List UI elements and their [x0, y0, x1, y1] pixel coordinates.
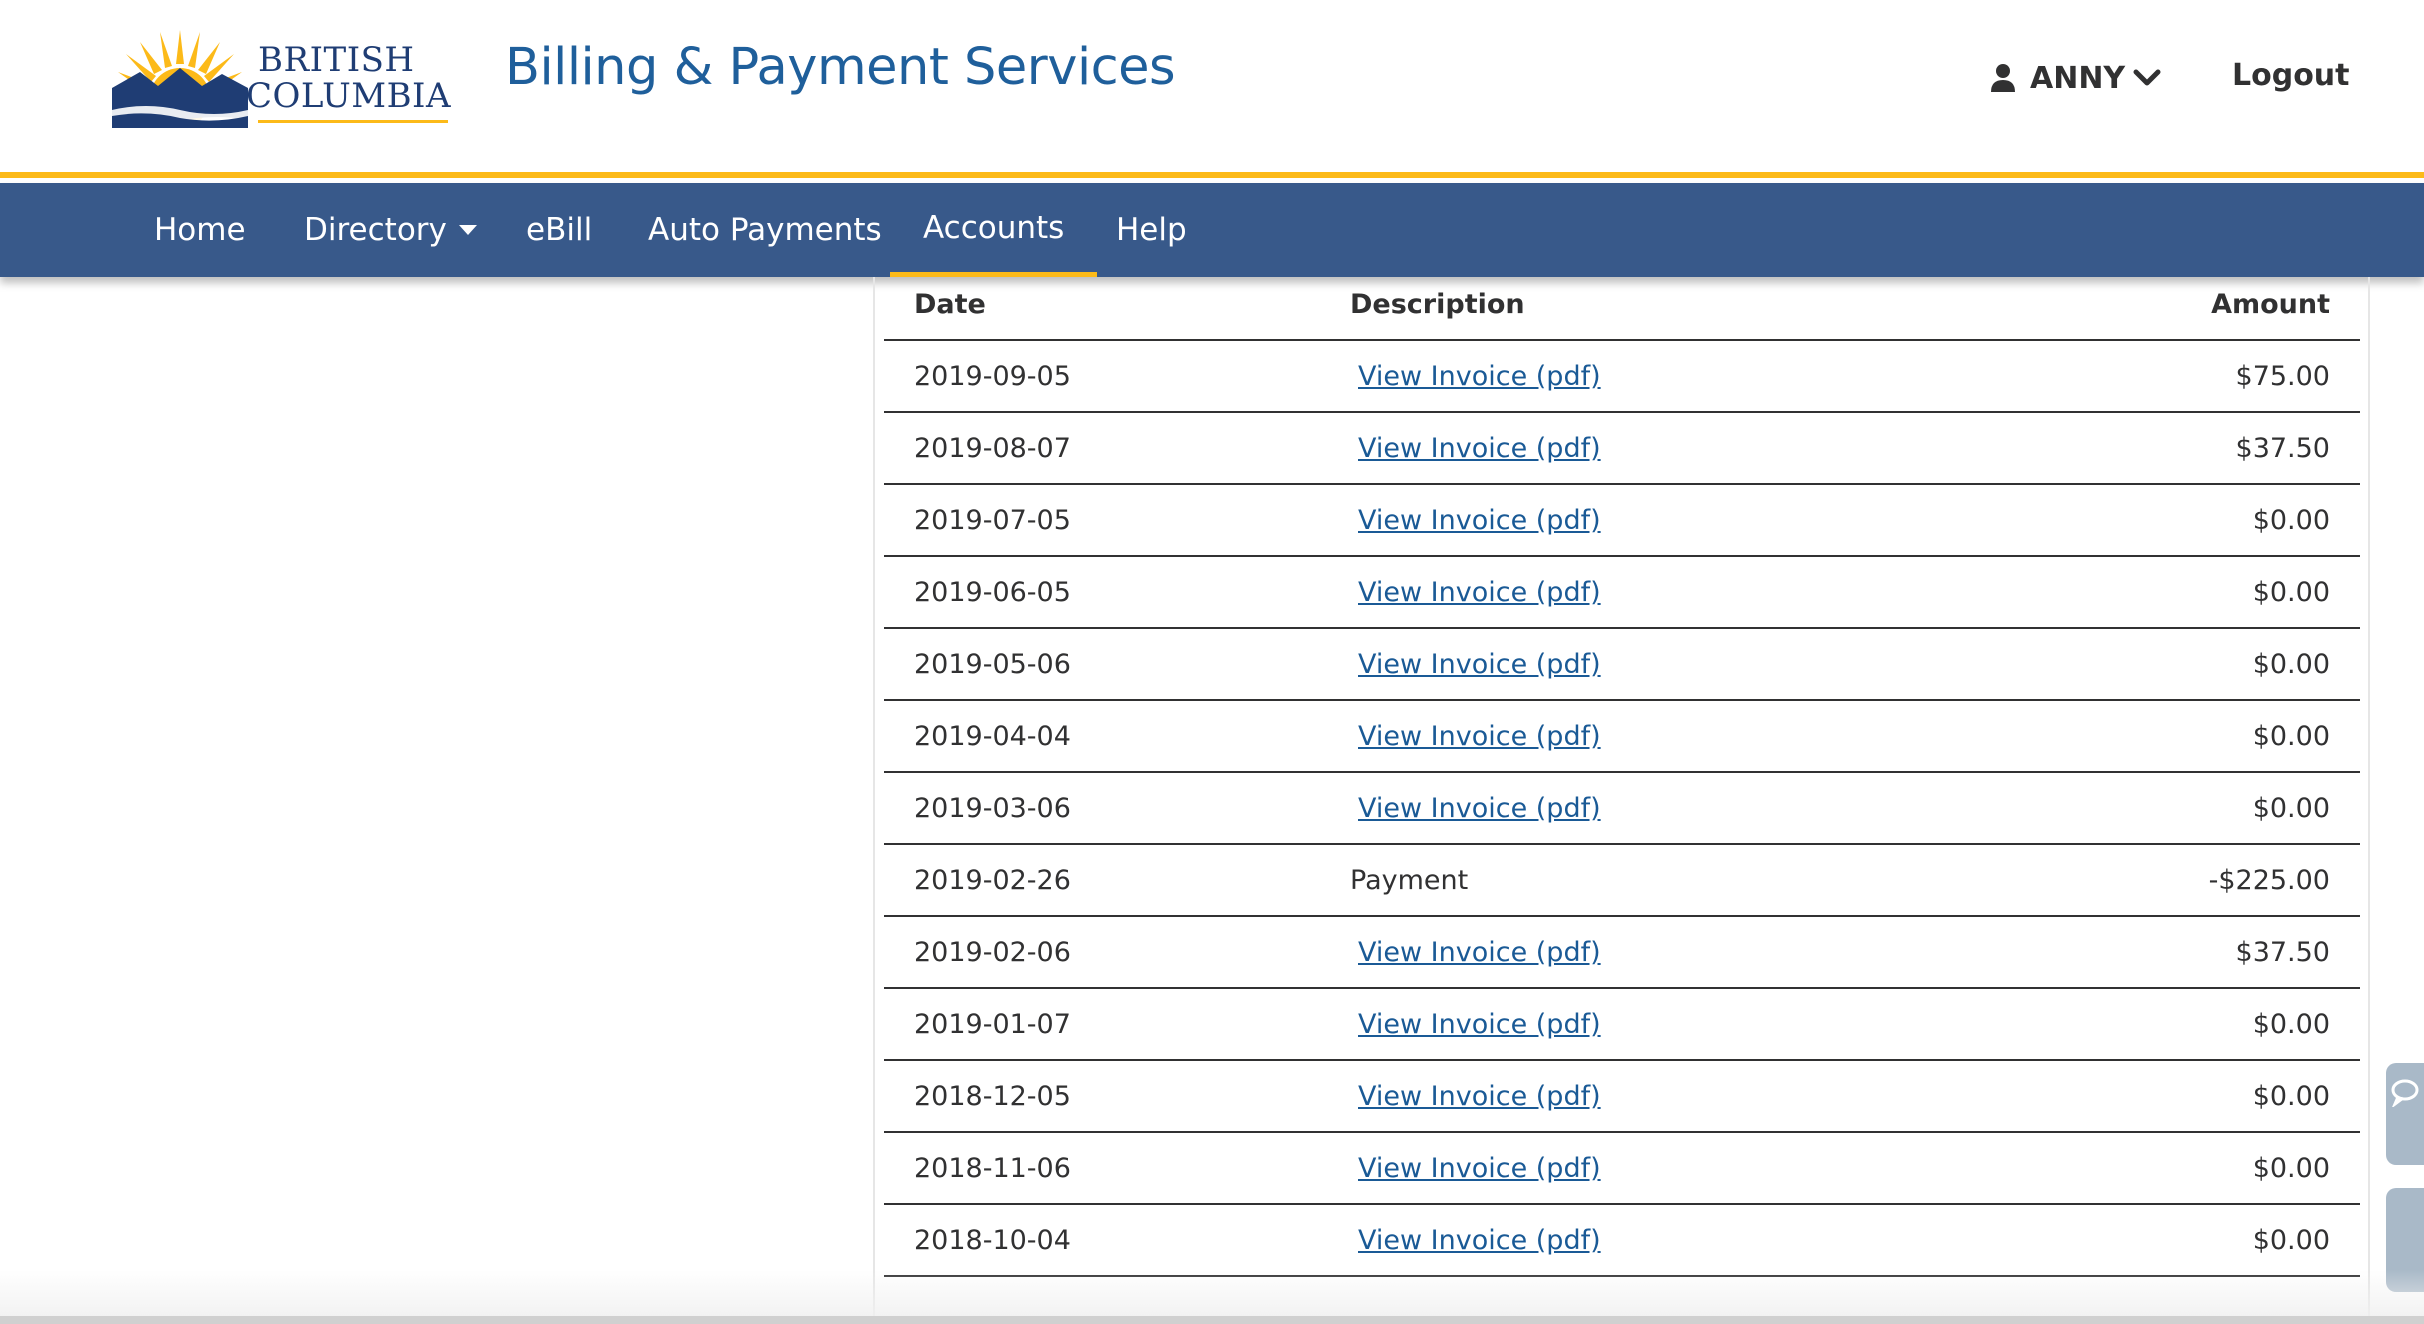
row-amount: $0.00	[2252, 577, 2330, 608]
table-row: 2018-10-04 View Invoice (pdf) $0.00	[884, 1205, 2360, 1277]
nav-accounts-label: Accounts	[923, 209, 1065, 246]
table-row: 2019-06-05 View Invoice (pdf) $0.00	[884, 557, 2360, 629]
row-amount: $0.00	[2252, 1225, 2330, 1256]
row-date: 2018-10-04	[914, 1225, 1071, 1256]
logo-wordmark: BRITISH COLUMBIA	[246, 40, 451, 114]
row-date: 2019-04-04	[914, 721, 1071, 752]
view-invoice-link[interactable]: View Invoice (pdf)	[1358, 649, 1601, 680]
logo-line-1: BRITISH	[258, 40, 415, 80]
view-invoice-link[interactable]: View Invoice (pdf)	[1358, 1153, 1601, 1184]
nav-auto-payments-label: Auto Payments	[648, 212, 882, 248]
bc-sun-logo-icon	[112, 30, 248, 128]
table-row: 2019-04-04 View Invoice (pdf) $0.00	[884, 701, 2360, 773]
site-header: BRITISH COLUMBIA Billing & Payment Servi…	[0, 0, 2424, 178]
view-invoice-link[interactable]: View Invoice (pdf)	[1358, 505, 1601, 536]
row-amount: $37.50	[2235, 433, 2330, 464]
caret-down-icon	[458, 225, 477, 235]
row-description: Payment	[1350, 865, 1469, 896]
table-row: 2018-12-05 View Invoice (pdf) $0.00	[884, 1061, 2360, 1133]
transactions-table: Date Description Amount 2019-09-05 View I…	[884, 277, 2360, 1277]
nav-home-label: Home	[154, 212, 246, 248]
view-invoice-link[interactable]: View Invoice (pdf)	[1358, 433, 1601, 464]
row-date: 2019-07-05	[914, 505, 1071, 536]
row-amount: $0.00	[2252, 649, 2330, 680]
nav-directory-label: Directory	[304, 212, 447, 248]
row-date: 2019-02-26	[914, 865, 1071, 896]
logout-link[interactable]: Logout	[2232, 58, 2350, 93]
row-date: 2018-12-05	[914, 1081, 1071, 1112]
row-date: 2019-06-05	[914, 577, 1071, 608]
table-row: 2019-08-07 View Invoice (pdf) $37.50	[884, 413, 2360, 485]
row-amount: $0.00	[2252, 721, 2330, 752]
page-bottom-bar	[0, 1316, 2424, 1324]
table-row: 2019-03-06 View Invoice (pdf) $0.00	[884, 773, 2360, 845]
row-amount: -$225.00	[2208, 865, 2330, 896]
row-amount: $0.00	[2252, 505, 2330, 536]
header-amount[interactable]: Amount	[2211, 289, 2330, 320]
user-name: ANNY	[2030, 60, 2126, 96]
user-icon	[1991, 64, 2015, 92]
table-header: Date Description Amount	[884, 277, 2360, 341]
main-nav: Home Directory eBill Auto Payments Accou…	[0, 183, 2424, 277]
nav-home[interactable]: Home	[154, 183, 246, 277]
view-invoice-link[interactable]: View Invoice (pdf)	[1358, 793, 1601, 824]
view-invoice-link[interactable]: View Invoice (pdf)	[1358, 1225, 1601, 1256]
row-date: 2019-05-06	[914, 649, 1071, 680]
table-row: 2019-02-26 Payment -$225.00	[884, 845, 2360, 917]
table-row: 2019-07-05 View Invoice (pdf) $0.00	[884, 485, 2360, 557]
row-date: 2019-09-05	[914, 361, 1071, 392]
row-amount: $0.00	[2252, 1153, 2330, 1184]
table-row: 2019-09-05 View Invoice (pdf) $75.00	[884, 341, 2360, 413]
view-invoice-link[interactable]: View Invoice (pdf)	[1358, 1081, 1601, 1112]
view-invoice-link[interactable]: View Invoice (pdf)	[1358, 1009, 1601, 1040]
nav-ebill[interactable]: eBill	[526, 183, 592, 277]
content-divider	[2368, 277, 2370, 1324]
chat-icon	[2391, 1079, 2419, 1109]
app-title[interactable]: Billing & Payment Services	[505, 38, 1176, 97]
view-invoice-link[interactable]: View Invoice (pdf)	[1358, 577, 1601, 608]
table-body: 2019-09-05 View Invoice (pdf) $75.00 2019-0…	[884, 341, 2360, 1277]
row-amount: $37.50	[2235, 937, 2330, 968]
nav-help[interactable]: Help	[1116, 183, 1187, 277]
view-invoice-link[interactable]: View Invoice (pdf)	[1358, 721, 1601, 752]
chevron-down-icon	[2133, 69, 2161, 86]
bc-logo[interactable]: BRITISH COLUMBIA	[110, 28, 470, 128]
nav-help-label: Help	[1116, 212, 1187, 248]
user-menu[interactable]: ANNY	[1990, 58, 2161, 98]
nav-accounts[interactable]: Accounts	[890, 183, 1098, 277]
row-date: 2019-01-07	[914, 1009, 1071, 1040]
table-row: 2018-11-06 View Invoice (pdf) $0.00	[884, 1133, 2360, 1205]
nav-directory[interactable]: Directory	[304, 183, 477, 277]
nav-ebill-label: eBill	[526, 212, 593, 248]
sidebar-divider	[873, 277, 875, 1324]
nav-auto-payments[interactable]: Auto Payments	[648, 183, 882, 277]
table-row: 2019-05-06 View Invoice (pdf) $0.00	[884, 629, 2360, 701]
logo-underline	[258, 120, 448, 123]
row-amount: $0.00	[2252, 793, 2330, 824]
row-date: 2019-02-06	[914, 937, 1071, 968]
row-amount: $0.00	[2252, 1009, 2330, 1040]
table-row: 2019-01-07 View Invoice (pdf) $0.00	[884, 989, 2360, 1061]
row-amount: $75.00	[2235, 361, 2330, 392]
header-date[interactable]: Date	[914, 289, 986, 320]
view-invoice-link[interactable]: View Invoice (pdf)	[1358, 937, 1601, 968]
table-row: 2019-02-06 View Invoice (pdf) $37.50	[884, 917, 2360, 989]
row-date: 2018-11-06	[914, 1153, 1071, 1184]
row-date: 2019-08-07	[914, 433, 1071, 464]
logo-line-2: COLUMBIA	[246, 76, 452, 116]
view-invoice-link[interactable]: View Invoice (pdf)	[1358, 361, 1601, 392]
chat-tab[interactable]	[2386, 1063, 2424, 1165]
header-description[interactable]: Description	[1350, 289, 1525, 320]
row-date: 2019-03-06	[914, 793, 1071, 824]
row-amount: $0.00	[2252, 1081, 2330, 1112]
